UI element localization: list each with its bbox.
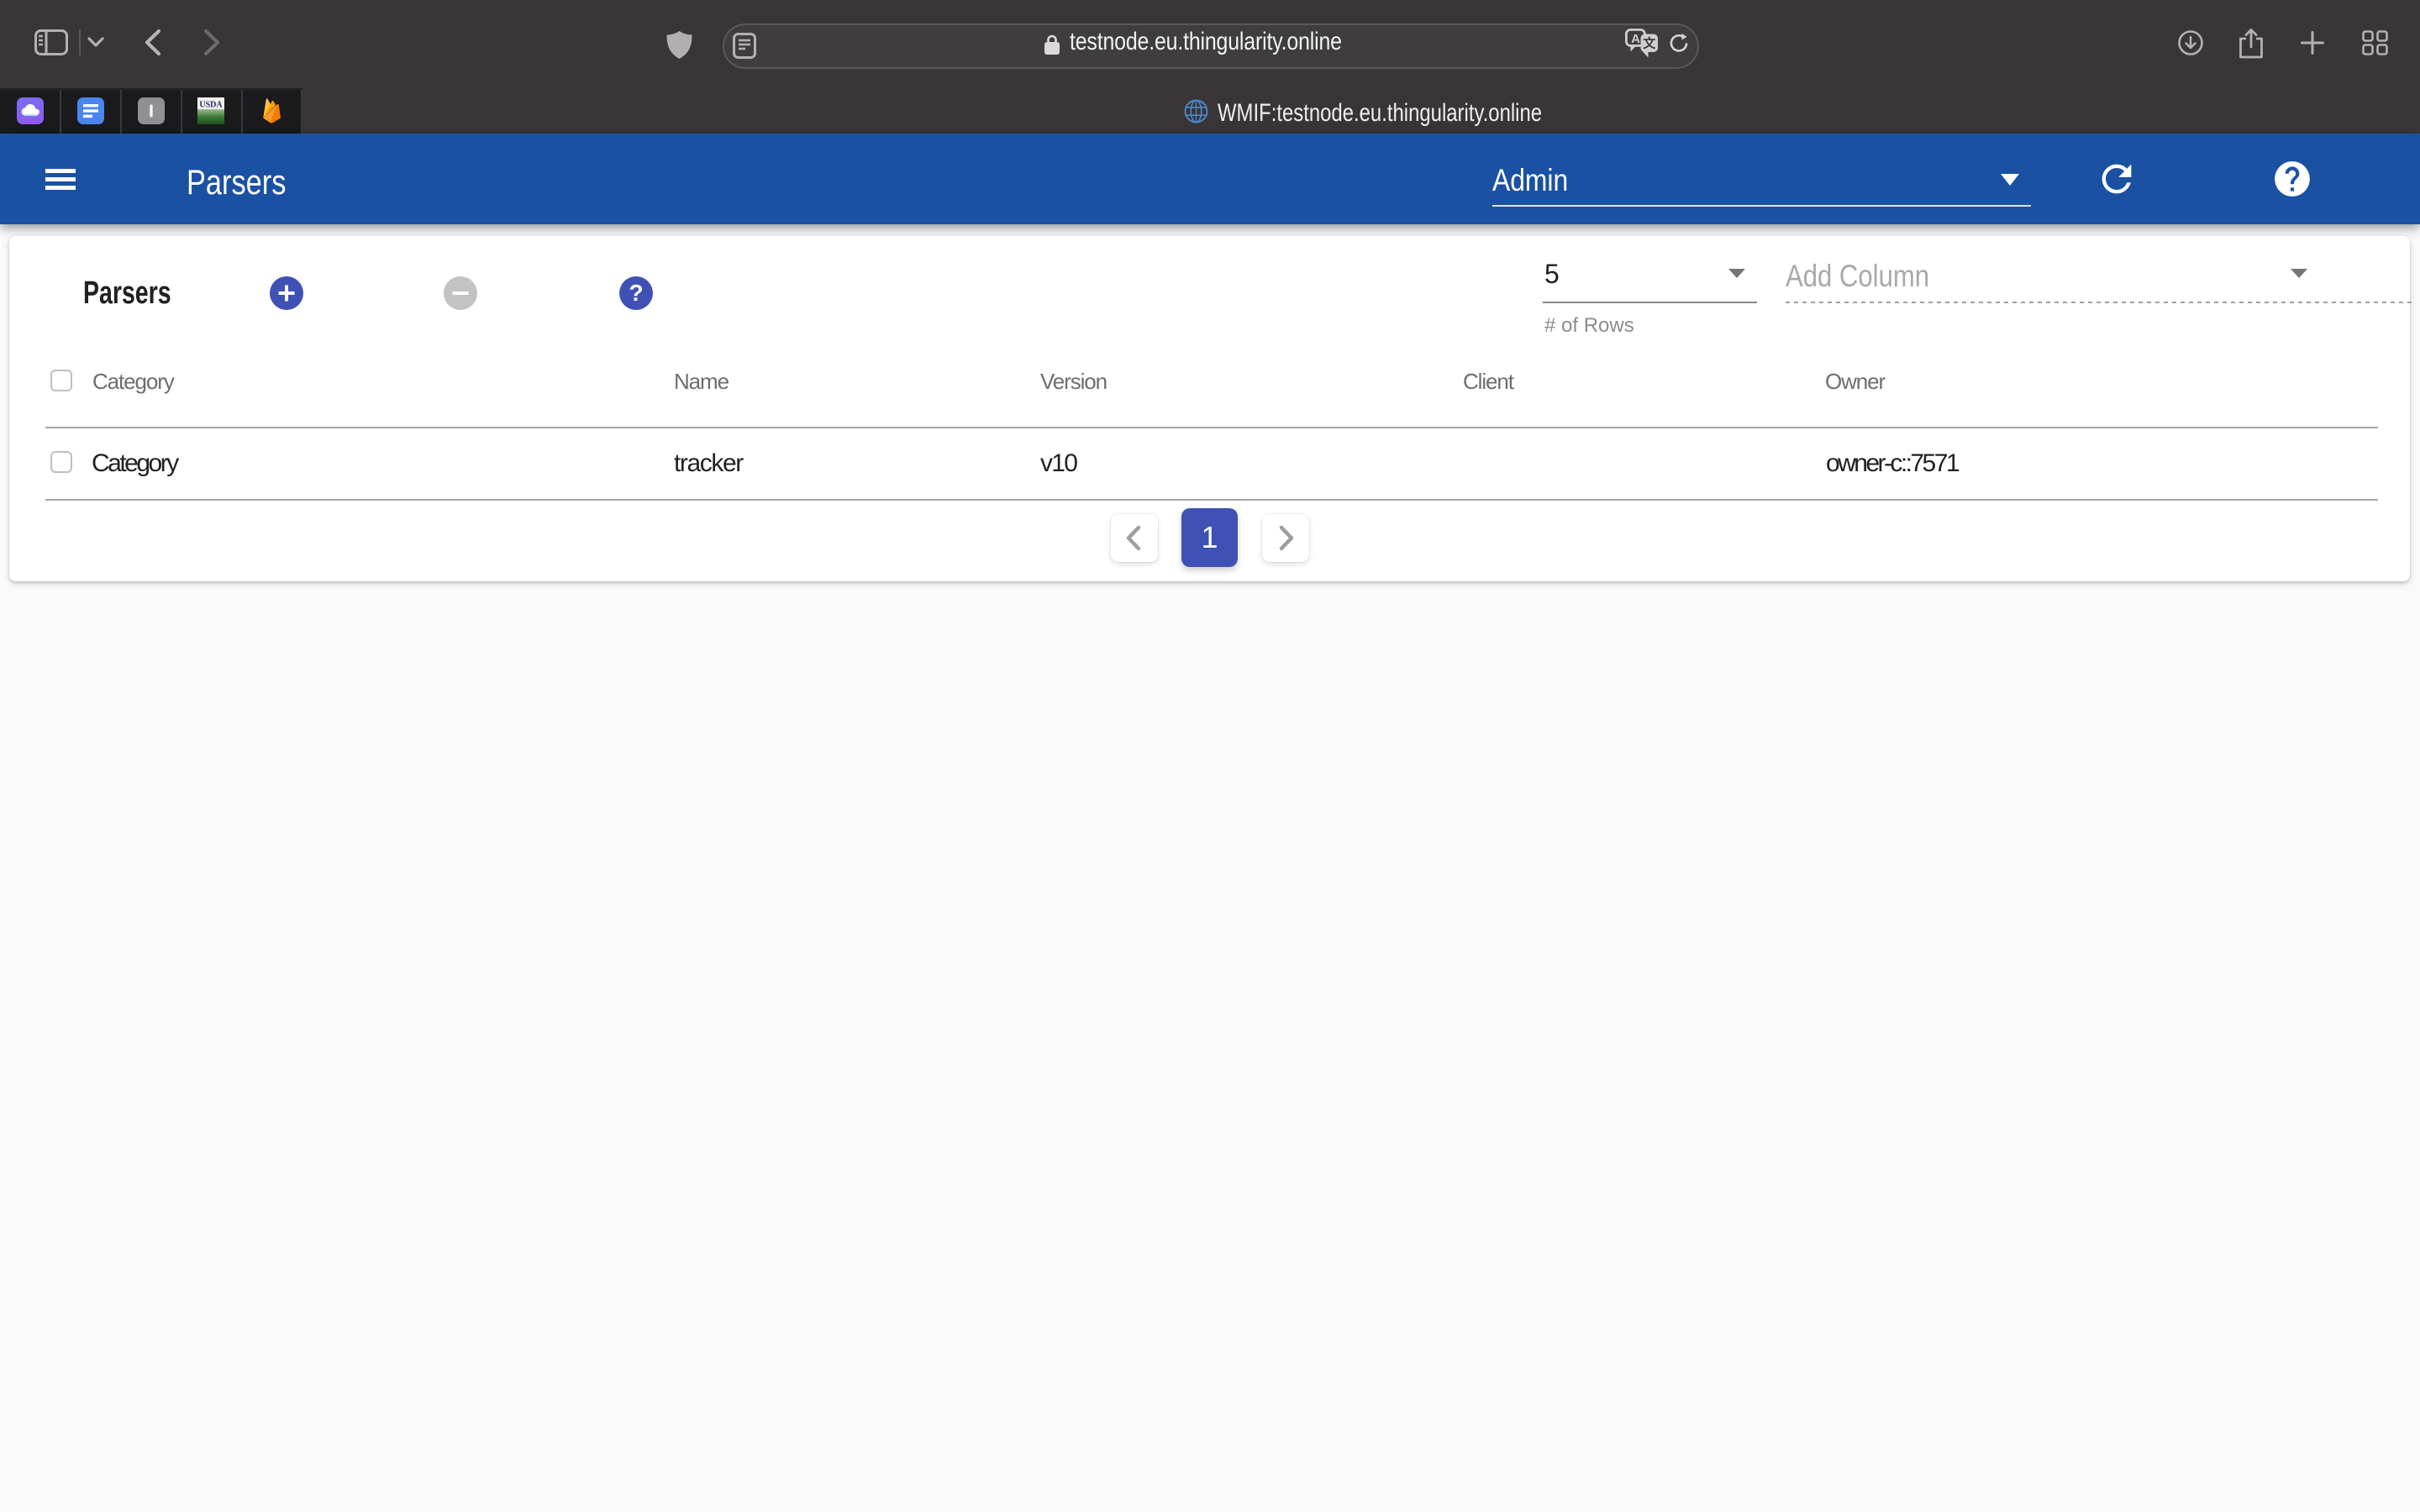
svg-text:USDA: USDA (199, 101, 223, 110)
svg-text:A: A (1631, 32, 1640, 46)
svg-text:文: 文 (1643, 36, 1656, 51)
